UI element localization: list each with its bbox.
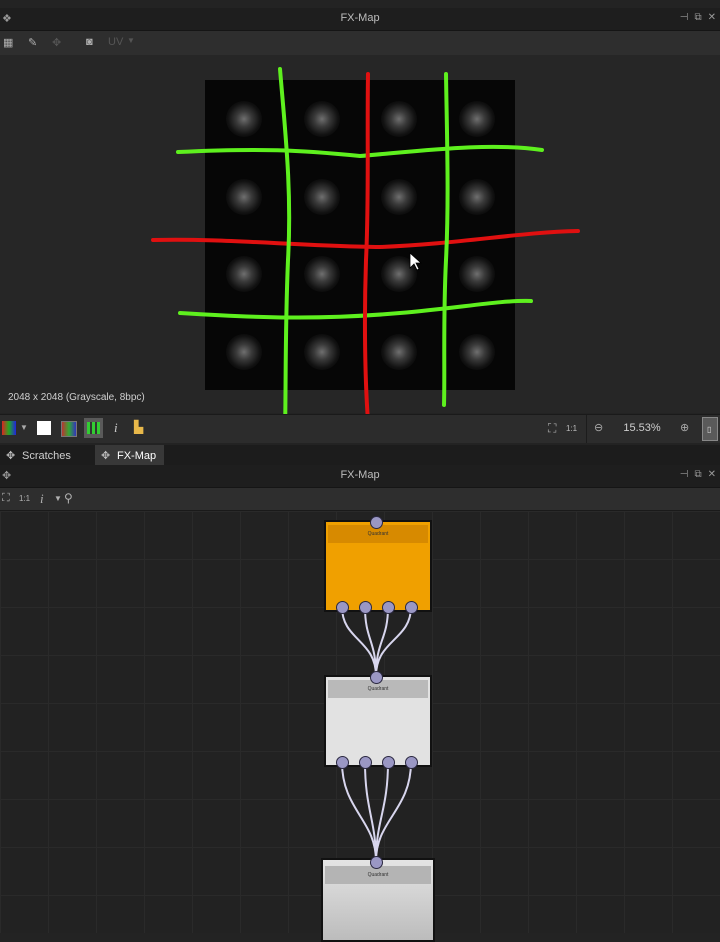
node-output-port[interactable]: [405, 756, 418, 769]
close-icon[interactable]: ✕: [708, 469, 716, 480]
annotation-overlay: [151, 67, 580, 434]
graph-icon: ✥: [6, 450, 16, 462]
mouse-cursor-icon: [409, 252, 423, 271]
info-icon[interactable]: i: [40, 491, 44, 507]
green-stroke-bottom: [178, 298, 533, 320]
top-panel-titlebar: ❖ FX-Map ⊣ ⧉ ✕: [0, 8, 720, 31]
zoom-field[interactable]: 15.53%: [612, 420, 672, 436]
zoom-in-icon[interactable]: ⊕: [680, 421, 689, 434]
lock-toggle[interactable]: ▯: [702, 417, 718, 441]
tiling-toggle[interactable]: [84, 418, 103, 438]
wire: [375, 761, 412, 862]
zoom-out-icon[interactable]: ⊖: [594, 421, 603, 434]
float-window-icon[interactable]: ⧉: [694, 469, 701, 480]
node-output-port[interactable]: [359, 601, 372, 614]
channels-icon[interactable]: [2, 421, 16, 435]
close-icon[interactable]: ✕: [708, 12, 716, 23]
graph-icon: ✥: [101, 450, 111, 462]
node-input-port[interactable]: [370, 856, 383, 869]
node-output-port[interactable]: [382, 601, 395, 614]
lock-icon: ▯: [707, 425, 712, 434]
camera-icon[interactable]: ◙: [86, 36, 93, 48]
ratio-button[interactable]: 1:1: [566, 424, 577, 433]
edit-icon[interactable]: ✎: [28, 36, 37, 49]
tab-label: FX-Map: [117, 450, 157, 462]
quadrant-node-2[interactable]: Quadrant: [324, 675, 432, 767]
green-stroke-left: [278, 67, 292, 434]
green-stroke-top: [176, 144, 544, 159]
top-toolbar: ▦ ✎ ✥ ◙ UV ▼: [0, 31, 720, 56]
pin-icon[interactable]: ⊣: [680, 12, 689, 23]
red-stroke-vertical: [362, 72, 370, 423]
node-output-port[interactable]: [336, 601, 349, 614]
layers-icon[interactable]: ▦: [3, 36, 13, 49]
tiling-icon: [87, 422, 100, 434]
wire: [364, 761, 377, 862]
node-input-port[interactable]: [370, 671, 383, 684]
tab-bar: ✥ Scratches ✥ FX-Map: [0, 445, 720, 467]
pin-icon[interactable]: ⊣: [680, 469, 689, 480]
graph-panel-titlebar: ✥ FX-Map ⊣ ⧉ ✕: [0, 465, 720, 488]
tiling-icon[interactable]: ✥: [52, 36, 61, 49]
quadrant-node-3[interactable]: Quadrant: [321, 858, 435, 942]
image-info: 2048 x 2048 (Grayscale, 8bpc): [8, 392, 145, 403]
histogram-icon[interactable]: ▙: [134, 420, 143, 434]
tab-0[interactable]: ✥ Scratches: [0, 445, 79, 467]
chevron-down-icon[interactable]: ▼: [54, 494, 62, 503]
chevron-down-icon[interactable]: ▼: [20, 423, 28, 432]
green-stroke-right: [442, 72, 450, 407]
node-output-port[interactable]: [359, 756, 372, 769]
ratio-button[interactable]: 1:1: [19, 494, 30, 503]
graph-panel-title: FX-Map: [340, 469, 380, 481]
node-output-port[interactable]: [405, 601, 418, 614]
divider: [586, 415, 587, 443]
color-channels-icon[interactable]: [61, 421, 77, 437]
tab-1[interactable]: ✥ FX-Map: [95, 445, 165, 467]
search-icon[interactable]: ⚲: [64, 491, 73, 505]
fit-view-icon[interactable]: ⛶: [548, 421, 556, 436]
tab-label: Scratches: [22, 450, 71, 462]
float-window-icon[interactable]: ⧉: [694, 12, 701, 23]
node-input-port[interactable]: [370, 516, 383, 529]
top-panel-title: FX-Map: [340, 12, 380, 24]
node-output-port[interactable]: [382, 756, 395, 769]
quadrant-node-1[interactable]: Quadrant: [324, 520, 432, 612]
info-icon[interactable]: i: [114, 420, 118, 436]
fit-view-icon[interactable]: ⛶: [2, 492, 10, 505]
white-background-icon[interactable]: [37, 421, 51, 435]
chevron-down-icon: ▼: [127, 36, 135, 45]
node-output-port[interactable]: [336, 756, 349, 769]
uv-dropdown[interactable]: UV: [108, 36, 123, 48]
graph-toolbar: ⛶ 1:1 i ▼ ⚲: [0, 488, 720, 511]
